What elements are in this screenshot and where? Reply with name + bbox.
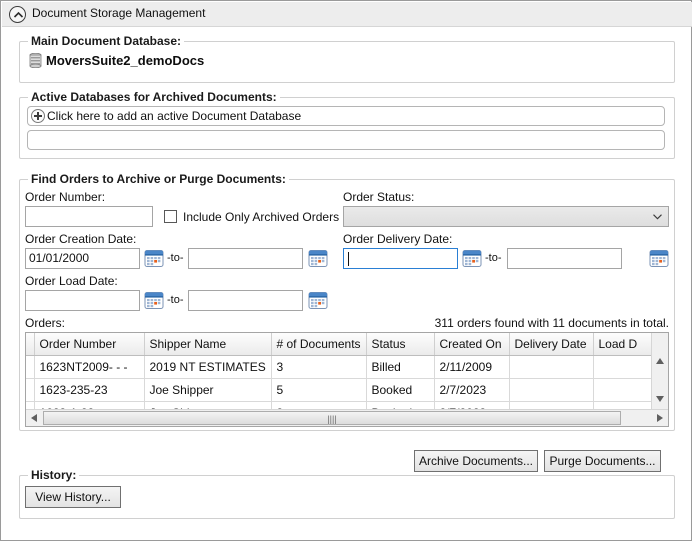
calendar-icon[interactable]: [144, 249, 164, 268]
include-archived-label[interactable]: Include Only Archived Orders: [183, 210, 339, 224]
cell-status: Billed: [366, 355, 435, 379]
column-header-order-number[interactable]: Order Number: [34, 333, 145, 356]
cell-shipper-name: Joe Shipper: [144, 378, 272, 402]
cell-status: Booked: [366, 378, 435, 402]
page-title: Document Storage Management: [32, 6, 206, 20]
calendar-icon[interactable]: [308, 249, 328, 268]
cell-shipper-name: 2019 NT ESTIMATES: [144, 355, 272, 379]
order-delivery-date-to-input[interactable]: [507, 248, 622, 269]
history-group: History: View History...: [19, 468, 675, 519]
document-storage-management-window: Document Storage Management Main Documen…: [0, 0, 692, 541]
archive-documents-button[interactable]: Archive Documents...: [414, 450, 538, 472]
add-active-database-row[interactable]: Click here to add an active Document Dat…: [27, 106, 665, 126]
order-delivery-date-separator: -to-: [485, 252, 502, 264]
orders-table-header-row: Order Number Shipper Name # of Documents…: [26, 333, 654, 356]
calendar-icon[interactable]: [649, 249, 669, 268]
order-creation-date-separator: -to-: [167, 252, 184, 264]
order-creation-date-from-input[interactable]: 01/01/2000: [25, 248, 140, 269]
active-databases-legend: Active Databases for Archived Documents:: [28, 90, 280, 104]
main-database-name: MoversSuite2_demoDocs: [46, 53, 205, 68]
triangle-right-icon: [657, 414, 663, 422]
orders-label: Orders:: [25, 316, 66, 330]
main-database-legend: Main Document Database:: [28, 34, 185, 48]
view-history-button[interactable]: View History...: [25, 486, 121, 508]
calendar-icon[interactable]: [308, 291, 328, 310]
table-row[interactable]: 1623-235-23 Joe Shipper 5 Booked 2/7/202…: [26, 378, 654, 402]
column-header-shipper-name[interactable]: Shipper Name: [144, 333, 272, 356]
triangle-down-icon: [656, 396, 664, 402]
database-icon: [29, 53, 42, 68]
row-gutter-cell: [26, 355, 35, 379]
chevron-up-circle-icon[interactable]: [9, 6, 26, 23]
window-titlebar: Document Storage Management: [2, 2, 692, 27]
order-delivery-date-label: Order Delivery Date:: [343, 232, 453, 246]
orders-summary: 311 orders found with 11 documents in to…: [434, 316, 669, 330]
active-databases-group: Active Databases for Archived Documents:…: [19, 90, 675, 159]
cell-documents: 3: [271, 355, 367, 379]
cell-order-number: 1623-235-23: [34, 378, 145, 402]
column-header-delivery-date[interactable]: Delivery Date: [509, 333, 594, 356]
orders-horizontal-scrollbar[interactable]: ||||: [26, 409, 668, 426]
cell-delivery-date: [509, 355, 594, 379]
order-status-label: Order Status:: [343, 190, 415, 204]
order-load-date-separator: -to-: [167, 294, 184, 306]
order-creation-date-label: Order Creation Date:: [25, 232, 137, 246]
cell-created-on: 2/11/2009: [434, 355, 510, 379]
triangle-up-icon: [656, 358, 664, 364]
chevron-up-glyph: [13, 11, 24, 18]
order-number-input[interactable]: [25, 206, 153, 227]
column-header-documents[interactable]: # of Documents: [271, 333, 367, 356]
cell-created-on: 2/7/2023: [434, 378, 510, 402]
chevron-down-icon: [653, 214, 662, 220]
scroll-down-button[interactable]: [652, 391, 668, 407]
cell-delivery-date: [509, 378, 594, 402]
cell-documents: 5: [271, 378, 367, 402]
table-row[interactable]: 1623NT2009- - - 2019 NT ESTIMATES 3 Bill…: [26, 355, 654, 379]
cell-order-number: 1623NT2009- - -: [34, 355, 145, 379]
scroll-thumb-grip: ||||: [327, 414, 337, 424]
main-document-database-group: Main Document Database: MoversSuite2_dem…: [19, 34, 675, 83]
order-status-select[interactable]: [343, 206, 669, 227]
order-number-label: Order Number:: [25, 190, 106, 204]
scroll-up-button[interactable]: [652, 353, 668, 369]
order-load-date-to-input[interactable]: [188, 290, 303, 311]
horizontal-scroll-thumb[interactable]: ||||: [43, 411, 621, 425]
find-orders-group: Find Orders to Archive or Purge Document…: [19, 172, 675, 431]
order-delivery-date-from-input[interactable]: [343, 248, 458, 269]
orders-vertical-scrollbar[interactable]: [651, 333, 668, 411]
cell-load-date: [593, 378, 654, 402]
scroll-right-button[interactable]: [652, 410, 668, 426]
order-creation-date-to-input[interactable]: [188, 248, 303, 269]
calendar-icon[interactable]: [462, 249, 482, 268]
triangle-left-icon: [31, 414, 37, 422]
active-database-empty-row[interactable]: [27, 130, 665, 150]
row-gutter-cell: [26, 378, 35, 402]
add-active-database-label[interactable]: Click here to add an active Document Dat…: [47, 109, 301, 123]
orders-grid[interactable]: Order Number Shipper Name # of Documents…: [25, 332, 669, 427]
history-legend: History:: [28, 468, 80, 482]
calendar-icon[interactable]: [144, 291, 164, 310]
text-caret: [348, 252, 349, 266]
column-header-created-on[interactable]: Created On: [434, 333, 510, 356]
column-header-load-date[interactable]: Load D: [593, 333, 654, 356]
order-load-date-label: Order Load Date:: [25, 274, 118, 288]
scroll-left-button[interactable]: [26, 410, 42, 426]
find-orders-legend: Find Orders to Archive or Purge Document…: [28, 172, 289, 186]
cell-load-date: [593, 355, 654, 379]
include-archived-checkbox[interactable]: [164, 210, 177, 223]
row-gutter-header: [26, 333, 35, 356]
order-load-date-from-input[interactable]: [25, 290, 140, 311]
column-header-status[interactable]: Status: [366, 333, 435, 356]
plus-circle-icon[interactable]: [31, 109, 45, 123]
purge-documents-button[interactable]: Purge Documents...: [544, 450, 661, 472]
